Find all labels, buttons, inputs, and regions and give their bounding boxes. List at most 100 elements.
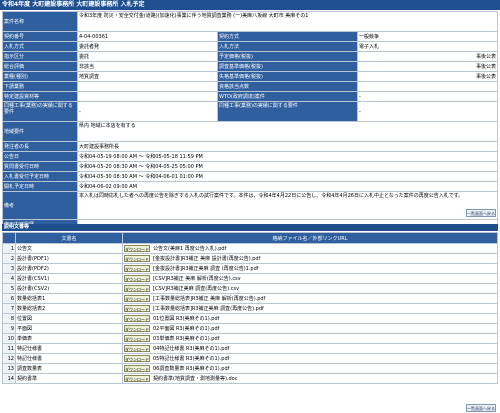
doc-name: 調査数量表 <box>15 363 123 374</box>
label-bid-type: 入札方式 <box>2 41 78 52</box>
doc-number: 6 <box>2 293 16 304</box>
download-button[interactable]: ダウンロード <box>124 264 150 272</box>
download-button[interactable]: ダウンロード <box>124 354 150 362</box>
doc-name: 特記仕様書 <box>15 353 123 364</box>
download-button[interactable]: ダウンロード <box>124 244 150 252</box>
doc-file-link[interactable]: 契約書準(地質調査・測地測量等).doc <box>153 376 237 382</box>
doc-number: 7 <box>2 303 16 314</box>
label-opening-date: 開札予定日時 <box>2 181 78 192</box>
doc-name: 数量総括表2 <box>15 303 123 314</box>
doc-file-link[interactable]: 04特記仕様書 R3(美麻その1).pdf <box>153 346 229 352</box>
doc-name: 位置図 <box>15 313 123 324</box>
value-opening-date: 令和04-06-02 09:00 AM <box>77 181 498 192</box>
doc-file-link[interactable]: 03単価表 R3(美麻その1).pdf <box>153 336 219 342</box>
table-row: 1 公告文 ダウンロード 公告文(美麻1 再度公告入札).pdf <box>2 243 498 254</box>
doc-number: 4 <box>2 273 16 284</box>
download-button[interactable]: ダウンロード <box>124 284 150 292</box>
doc-number: 14 <box>2 373 16 384</box>
value-region-req: 県内 地域に本店を有する <box>77 121 498 142</box>
label-qualification-points: 資格該当点数 <box>217 81 358 92</box>
doc-file-cell: ダウンロード 06調査数量表 R3(美麻その1).pdf <box>122 363 498 374</box>
label-subcontract: 下請業務 <box>2 81 78 92</box>
doc-file-link[interactable]: [工事数量総括表]R3補正美麻 調査(再度公告).pdf <box>153 306 264 312</box>
doc-number: 12 <box>2 353 16 364</box>
label-comprehensive-eval: 総合評価 <box>2 61 78 72</box>
value-comprehensive-eval: 非該当 <box>77 61 218 72</box>
back-to-list-button[interactable]: 一覧画面へ戻る <box>466 209 496 217</box>
doc-number: 9 <box>2 323 16 334</box>
download-button[interactable]: ダウンロード <box>124 334 150 342</box>
doc-file-cell: ダウンロード [工事数量総括表]R3補正 美麻 解析(再度公告).pdf <box>122 293 498 304</box>
label-instruction-type: 指示区分 <box>2 51 78 62</box>
download-button[interactable]: ダウンロード <box>124 324 150 332</box>
table-row: 10 単価表 ダウンロード 03単価表 R3(美麻その1).pdf <box>2 333 498 344</box>
doc-number: 10 <box>2 333 16 344</box>
documents-table: 文書名 格納ファイル名／外部リンクURL 1 公告文 ダウンロード 公告文(美麻1 再… <box>2 232 498 384</box>
doc-name: 平面図 <box>15 323 123 334</box>
table-row: 6 数量総括表1 ダウンロード [工事数量総括表]R3補正 美麻 解析(再度公告).p… <box>2 293 498 304</box>
download-button[interactable]: ダウンロード <box>124 304 150 312</box>
label-disqualification-price: 失格基準価格(税抜) <box>217 71 358 82</box>
doc-name: 数量総括表1 <box>15 293 123 304</box>
download-button[interactable]: ダウンロード <box>124 254 150 262</box>
download-button[interactable]: ダウンロード <box>124 274 150 282</box>
value-bid-type: 委託者発 <box>77 41 218 52</box>
doc-number: 13 <box>2 363 16 374</box>
doc-number: 8 <box>2 313 16 324</box>
download-button[interactable]: ダウンロード <box>124 374 150 382</box>
value-contract-method: 一般競争 <box>357 31 498 42</box>
doc-file-link[interactable]: 公告文(美麻1 再度公告入札).pdf <box>153 246 226 252</box>
value-remarks: 本入札は同時応札した者への再度公告を除ぎする入札の試行案件です。本件は、令和4年… <box>77 191 498 220</box>
table-row: 9 平面図 ダウンロード 02平面図 R3(美麻その1).pdf <box>2 323 498 334</box>
label-specified-materials: 特定建設資材等 <box>2 91 78 102</box>
doc-file-link[interactable]: [CSV]R3補正美麻 調査(再度公告).csv <box>153 286 239 292</box>
back-to-list-button-bottom[interactable]: 一覧画面へ戻る <box>466 404 496 412</box>
download-button[interactable]: ダウンロード <box>124 344 150 352</box>
doc-file-cell: ダウンロード [金抜設計書]R3補正 美麻 設計書(再度公告).pdf <box>122 253 498 264</box>
doc-file-cell: ダウンロード 04特記仕様書 R3(美麻その1).pdf <box>122 343 498 354</box>
docs-header-no <box>2 232 16 244</box>
doc-number: 1 <box>2 243 16 254</box>
doc-number: 5 <box>2 283 16 294</box>
doc-file-cell: ダウンロード [CSV]R3補正美麻 調査(再度公告).csv <box>122 283 498 294</box>
page-title: 令和4年度 大町建設事務所 大町建設事務所 入札予定 <box>0 0 500 10</box>
doc-file-cell: ダウンロード [CSV]R3補正 美麻 解析(再度公告).csv <box>122 273 498 284</box>
label-similar-work-req-2: 同種工事(業務)の実績に関する要件 <box>217 101 358 122</box>
value-contract-no: 4-04-00361 <box>77 31 218 42</box>
doc-file-link[interactable]: [金抜設計書]R3補正美麻 調査 (再度公告)1.pdf <box>153 266 259 272</box>
table-row: 11 特記仕様書 ダウンロード 04特記仕様書 R3(美麻その1).pdf <box>2 343 498 354</box>
label-question-period: 質問書受付日時 <box>2 161 78 172</box>
doc-file-link[interactable]: [金抜設計書]R3補正 美麻 設計書(再度公告).pdf <box>153 256 260 262</box>
doc-number: 3 <box>2 263 16 274</box>
doc-file-link[interactable]: [工事数量総括表]R3補正 美麻 解析(再度公告).pdf <box>153 296 265 302</box>
table-row: 13 調査数量表 ダウンロード 06調査数量表 R3(美麻その1).pdf <box>2 363 498 374</box>
doc-file-cell: ダウンロード 01位置図 R3(美麻その1).pdf <box>122 313 498 324</box>
label-business-type: 業種(種別) <box>2 71 78 82</box>
label-similar-work-req: 同種工事(業務)の実績に関する要件 <box>2 101 78 122</box>
label-estimated-price: 予定価格(税抜) <box>217 51 358 62</box>
label-contract-no: 契約番号 <box>2 31 78 42</box>
doc-file-link[interactable]: 06調査数量表 R3(美麻その1).pdf <box>153 366 229 372</box>
download-button[interactable]: ダウンロード <box>124 294 150 302</box>
table-row: 4 設計書(CSV1) ダウンロード [CSV]R3補正 美麻 解析(再度公告).cs… <box>2 273 498 284</box>
doc-file-link[interactable]: 01位置図 R3(美麻その1).pdf <box>153 316 219 322</box>
doc-file-link[interactable]: 05特記仕様書 R3(美麻その1).pdf <box>153 356 229 362</box>
value-estimated-price: 事後公表 <box>357 51 498 62</box>
table-row: 3 設計書(PDF2) ダウンロード [金抜設計書]R3補正美麻 調査 (再度公告)1… <box>2 263 498 274</box>
value-bid-method: 電子入札 <box>357 41 498 52</box>
label-contract-method: 契約方式 <box>217 31 358 42</box>
table-row: 14 契約書準 ダウンロード 契約書準(地質調査・測地測量等).doc <box>2 373 498 384</box>
doc-name: 特記仕様書 <box>15 343 123 354</box>
value-project-name: 令和3年度 防災・安全交付金(道路)(加速化)事業に伴う地質調査業務 (一)美麻… <box>77 11 498 32</box>
doc-name: 設計書(PDF1) <box>15 253 123 264</box>
download-button[interactable]: ダウンロード <box>124 364 150 372</box>
table-row: 7 数量総括表2 ダウンロード [工事数量総括表]R3補正美麻 調査(再度公告).pd… <box>2 303 498 314</box>
project-info-table: 案件名称 令和3年度 防災・安全交付金(道路)(加速化)事業に伴う地質調査業務 … <box>2 11 498 230</box>
table-row: 12 特記仕様書 ダウンロード 05特記仕様書 R3(美麻その1).pdf <box>2 353 498 364</box>
doc-number: 2 <box>2 253 16 264</box>
label-region-req: 地域要件 <box>2 121 78 142</box>
doc-file-link[interactable]: [CSV]R3補正 美麻 解析(再度公告).csv <box>153 276 241 282</box>
download-button[interactable]: ダウンロード <box>124 314 150 322</box>
doc-name: 公告文 <box>15 243 123 254</box>
doc-file-link[interactable]: 02平面図 R3(美麻その1).pdf <box>153 326 219 332</box>
